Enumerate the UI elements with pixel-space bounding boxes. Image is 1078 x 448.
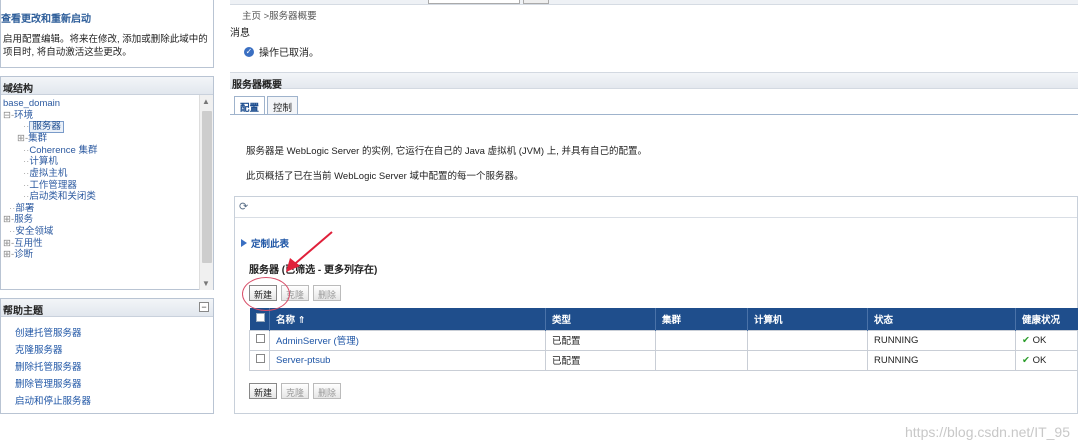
message-text: 操作已取消。: [259, 48, 319, 59]
tab-configuration[interactable]: 配置: [234, 96, 266, 115]
expand-triangle-icon: [241, 239, 247, 247]
description-line-1: 服务器是 WebLogic Server 的实例, 它运行在自己的 Java 虚…: [246, 146, 647, 157]
tree-item-diagnostics[interactable]: ⊞-诊断: [3, 249, 213, 261]
change-center-text: 启用配置编辑。将来在修改, 添加或删除此域中的项目时, 将自动激活这些更改。: [3, 34, 208, 58]
help-link-start-stop[interactable]: 启动和停止服务器: [1, 393, 213, 410]
column-name[interactable]: 名称 ⇑: [269, 308, 546, 330]
tree-scrollbar[interactable]: ▲ ▼: [199, 95, 213, 290]
tab-bar: 配置 控制: [234, 96, 299, 115]
ok-check-icon: ✔: [1022, 334, 1030, 346]
help-link-delete-managed[interactable]: 删除托管服务器: [1, 359, 213, 376]
scroll-thumb[interactable]: [202, 111, 212, 263]
server-health: ✔ OK: [1015, 349, 1078, 371]
tree-item-security-realms[interactable]: ··安全领域: [3, 226, 213, 238]
column-health[interactable]: 健康状况: [1015, 308, 1078, 330]
delete-button[interactable]: 删除: [313, 285, 342, 301]
server-type: 已配置: [545, 329, 656, 351]
server-name-link[interactable]: AdminServer (管理): [269, 329, 546, 351]
row-checkbox[interactable]: [256, 354, 265, 363]
tree-item-startup-classes[interactable]: ··启动类和关闭类: [3, 191, 213, 203]
annotation-circle: [242, 277, 290, 311]
weblogic-console: 查看更改和重新启动 启用配置编辑。将来在修改, 添加或删除此域中的项目时, 将自…: [0, 0, 1078, 448]
tab-divider: [230, 114, 1078, 115]
tree-item-interoperability[interactable]: ⊞-互用性: [3, 238, 213, 250]
select-all-checkbox[interactable]: [255, 312, 265, 322]
change-center-panel: 查看更改和重新启动 启用配置编辑。将来在修改, 添加或删除此域中的项目时, 将自…: [0, 0, 214, 68]
delete-button-bottom[interactable]: 删除: [313, 383, 342, 399]
tab-control[interactable]: 控制: [267, 96, 299, 114]
tree-item-work-managers[interactable]: ··工作管理器: [3, 180, 213, 192]
tree-item-clusters[interactable]: ⊞-集群: [3, 133, 213, 145]
server-state: RUNNING: [867, 329, 1016, 351]
server-machine: [747, 349, 868, 371]
watermark: https://blog.csdn.net/IT_95: [905, 424, 1070, 440]
column-type[interactable]: 类型: [545, 308, 656, 330]
servers-table: 名称 ⇑ 类型 集群 计算机 状态 健康状况 AdminServer (管理) …: [249, 308, 1078, 371]
row-checkbox-cell[interactable]: [249, 329, 270, 351]
help-links: 创建托管服务器 克隆服务器 删除托管服务器 删除管理服务器 启动和停止服务器: [1, 317, 213, 410]
top-search-input[interactable]: [428, 0, 520, 4]
new-button-bottom[interactable]: 新建: [249, 383, 278, 399]
panel-divider: [235, 217, 1077, 218]
help-link-delete-admin[interactable]: 删除管理服务器: [1, 376, 213, 393]
table-row: Server-ptsub 已配置 RUNNING ✔ OK: [249, 349, 1078, 371]
section-title: 服务器概要: [230, 72, 1078, 91]
scroll-up-icon[interactable]: ▲: [202, 97, 210, 106]
tree-item-services[interactable]: ⊞-服务: [3, 214, 213, 226]
table-header-row: 名称 ⇑ 类型 集群 计算机 状态 健康状况: [249, 308, 1078, 330]
select-all-header[interactable]: [249, 308, 270, 330]
domain-structure-title: 域结构: [1, 77, 213, 95]
tree-item-virtual-hosts[interactable]: ··虚拟主机: [3, 168, 213, 180]
top-search-button[interactable]: [523, 0, 549, 4]
change-center-title[interactable]: 查看更改和重新启动: [1, 0, 213, 27]
ok-check-icon: ✔: [1022, 354, 1030, 366]
column-machine[interactable]: 计算机: [747, 308, 868, 330]
column-cluster[interactable]: 集群: [655, 308, 748, 330]
row-checkbox[interactable]: [256, 334, 265, 343]
refresh-icon[interactable]: ⟳: [239, 200, 248, 213]
server-machine: [747, 329, 868, 351]
help-topics-title: 帮助主题: [1, 299, 213, 317]
tree-item-coherence[interactable]: ··Coherence 集群: [3, 145, 213, 157]
domain-structure-panel: 域结构 base_domain ⊟-环境 ·· 服务器 ⊞-集群 ··Cohere…: [0, 76, 214, 290]
server-health: ✔ OK: [1015, 329, 1078, 351]
annotation-arrow-icon: [286, 231, 333, 272]
domain-tree: base_domain ⊟-环境 ·· 服务器 ⊞-集群 ··Coherence …: [1, 95, 213, 261]
tree-item-machines[interactable]: ··计算机: [3, 156, 213, 168]
top-bar: [230, 0, 1078, 5]
table-row: AdminServer (管理) 已配置 RUNNING ✔ OK: [249, 329, 1078, 351]
server-name-link[interactable]: Server-ptsub: [269, 349, 546, 371]
main-content: 主页 >服务器概要 消息 ✓ 操作已取消。 服务器概要 配置 控制 服务器是 W…: [222, 0, 1078, 448]
help-topics-panel: 帮助主题 − 创建托管服务器 克隆服务器 删除托管服务器 删除管理服务器 启动和…: [0, 298, 214, 414]
messages-title: 消息: [230, 28, 250, 39]
left-column: 查看更改和重新启动 启用配置编辑。将来在修改, 添加或删除此域中的项目时, 将自…: [0, 0, 216, 448]
description-line-2: 此页概括了已在当前 WebLogic Server 域中配置的每一个服务器。: [246, 171, 524, 182]
server-cluster: [655, 349, 748, 371]
info-check-icon: ✓: [244, 46, 254, 57]
row-checkbox-cell[interactable]: [249, 349, 270, 371]
breadcrumb[interactable]: 主页 >服务器概要: [242, 8, 317, 22]
collapse-icon[interactable]: −: [199, 302, 209, 312]
server-state: RUNNING: [867, 349, 1016, 371]
clone-button-bottom[interactable]: 克隆: [281, 383, 310, 399]
tree-item-base-domain[interactable]: base_domain: [3, 98, 213, 110]
help-link-create-managed[interactable]: 创建托管服务器: [1, 325, 213, 342]
tree-item-deployments[interactable]: ··部署: [3, 203, 213, 215]
bottom-button-row: 新建 克隆 删除: [249, 383, 342, 399]
message-line: ✓ 操作已取消。: [244, 44, 319, 59]
server-type: 已配置: [545, 349, 656, 371]
tree-item-servers[interactable]: ·· 服务器: [3, 121, 213, 134]
tree-item-environment[interactable]: ⊟-环境: [3, 110, 213, 122]
scroll-down-icon[interactable]: ▼: [202, 279, 210, 288]
server-cluster: [655, 329, 748, 351]
servers-table-panel: ⟳ 定制此表 服务器 (已筛选 - 更多列存在) 新建 克隆 删除 名称 ⇑ 类…: [234, 196, 1078, 414]
column-state[interactable]: 状态: [867, 308, 1016, 330]
help-link-clone[interactable]: 克隆服务器: [1, 342, 213, 359]
